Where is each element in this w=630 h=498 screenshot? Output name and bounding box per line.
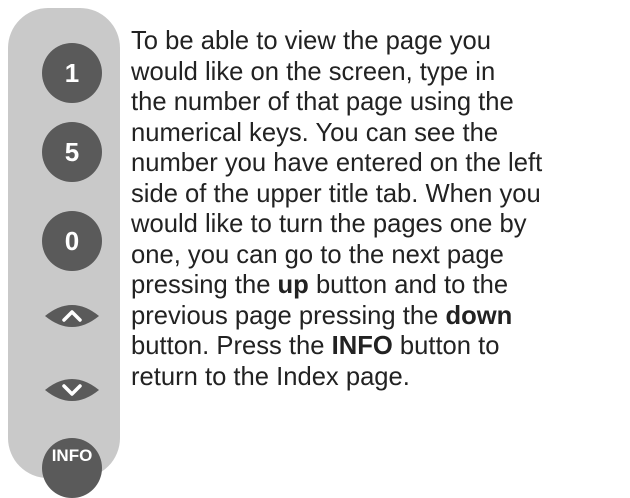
- down-button[interactable]: [35, 370, 109, 410]
- text-line: button to: [392, 332, 500, 360]
- text-line: button. Press the: [131, 332, 332, 360]
- text-line: the number of that page using the: [131, 88, 514, 116]
- number-key-5[interactable]: 5: [42, 122, 102, 182]
- text-line: one, you can go to the next page: [131, 240, 504, 269]
- text-line: return to the Index page.: [131, 362, 410, 391]
- number-key-1[interactable]: 1: [42, 43, 102, 103]
- text-line: numerical keys. You can see the: [131, 118, 499, 147]
- text-line: would like to turn the pages one by: [131, 210, 527, 238]
- text-line: number you have entered on the left: [131, 149, 543, 177]
- up-keyword: up: [277, 271, 309, 299]
- instruction-text: To be able to view the page you would li…: [131, 26, 630, 392]
- up-button[interactable]: [35, 296, 109, 336]
- text-line: would like on the screen, type in: [131, 57, 496, 86]
- text-line: button and to the: [308, 271, 509, 299]
- chevron-up-icon: [45, 305, 99, 327]
- remote-control-panel: 1 5 0 INFO: [8, 8, 120, 498]
- text-line: To be able to view the page you: [131, 27, 491, 55]
- text-line: pressing the: [131, 271, 278, 299]
- number-key-0[interactable]: 0: [42, 211, 102, 271]
- down-keyword: down: [445, 301, 513, 330]
- info-button[interactable]: INFO: [42, 438, 102, 498]
- chevron-down-icon: [45, 379, 99, 401]
- info-keyword: INFO: [331, 332, 393, 360]
- text-line: side of the upper title tab. When you: [131, 179, 541, 208]
- text-line: previous page pressing the: [131, 301, 446, 330]
